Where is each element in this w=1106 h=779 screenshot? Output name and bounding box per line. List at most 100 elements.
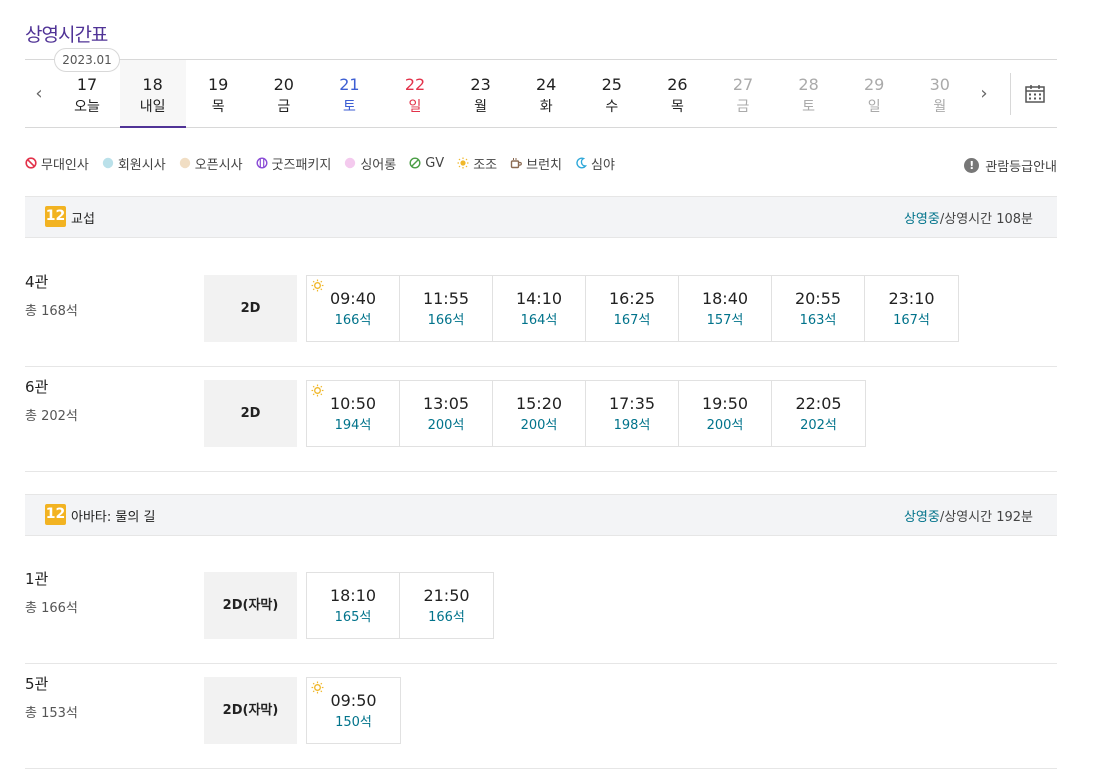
date-tab-19[interactable]: 19 목 — [185, 60, 251, 128]
showtime-time: 17:35 — [608, 394, 656, 413]
hall-name: 6관 — [25, 378, 49, 396]
showtime-list: 09:50 150석 — [306, 677, 401, 744]
showtime-time: 19:50 — [701, 394, 749, 413]
showtime-time: 22:05 — [795, 394, 842, 413]
date-tab-30: 30 월 — [907, 60, 973, 128]
date-number: 21 — [339, 75, 360, 94]
available-seats: 202석 — [800, 418, 837, 433]
available-seats: 166석 — [428, 610, 465, 625]
date-weekday: 월 — [933, 99, 947, 115]
date-tab-20[interactable]: 20 금 — [251, 60, 317, 128]
showtime-slot[interactable]: 15:20 200석 — [493, 381, 586, 446]
available-seats: 200석 — [706, 418, 744, 433]
prev-dates-chevron-left-icon[interactable]: ‹ — [29, 84, 49, 104]
legend-item: 굿즈패키지 — [256, 154, 332, 173]
screen-format: 2D — [204, 380, 297, 447]
available-seats: 164석 — [520, 313, 558, 328]
date-tab-28: 28 토 — [776, 60, 842, 128]
showtime-slot[interactable]: 10:50 194석 — [307, 381, 400, 446]
sun-icon — [457, 157, 469, 169]
available-seats: 167석 — [893, 313, 930, 328]
showtime-time: 18:40 — [701, 289, 749, 308]
legend-label: GV — [425, 155, 445, 171]
morning-sun-icon — [311, 681, 324, 694]
showtime-time: 20:55 — [794, 289, 842, 308]
showtime-list: 09:40 166석 11:55 166석 14:10 164석 16:25 167석 18:4… — [306, 275, 959, 342]
showtime-list: 10:50 194석 13:05 200석 15:20 200석 17:35 198석 19:5… — [306, 380, 866, 447]
showtime-slot[interactable]: 11:55 166석 — [400, 276, 493, 341]
date-tab-24[interactable]: 24 화 — [513, 60, 579, 128]
movie-status: 상영중/상영시간 192분 — [904, 506, 1033, 525]
date-weekday: 일 — [867, 99, 881, 115]
circle-icon — [179, 157, 191, 169]
showtime-slot[interactable]: 13:05 200석 — [400, 381, 493, 446]
cup-icon — [510, 157, 522, 169]
date-number: 28 — [798, 75, 819, 94]
slash-icon — [409, 157, 421, 169]
hall-name: 5관 — [25, 675, 49, 693]
date-tab-22[interactable]: 22 일 — [382, 60, 448, 128]
date-weekday: 오늘 — [74, 99, 100, 115]
date-number: 29 — [864, 75, 885, 94]
legend-label: 오픈시사 — [194, 157, 243, 173]
showtime-slot[interactable]: 23:10 167석 — [865, 276, 958, 341]
showtime-slot[interactable]: 17:35 198석 — [586, 381, 679, 446]
date-number: 19 — [208, 75, 229, 94]
legend-item: 오픈시사 — [179, 154, 243, 173]
date-number: 30 — [929, 75, 950, 94]
movie-title[interactable]: 아바타: 물의 길 — [71, 506, 155, 525]
available-seats: 166석 — [334, 313, 372, 328]
showtime-slot[interactable]: 22:05 202석 — [772, 381, 865, 446]
date-number: 26 — [667, 75, 688, 94]
movie-title[interactable]: 교섭 — [71, 208, 95, 227]
available-seats: 200석 — [427, 418, 465, 433]
showtime-slot[interactable]: 16:25 167석 — [586, 276, 679, 341]
legend-label: 조조 — [473, 157, 498, 173]
showtime-slot[interactable]: 19:50 200석 — [679, 381, 772, 446]
hall-total-seats: 총 202석 — [25, 409, 78, 424]
movie-header: 12 교섭 상영중/상영시간 108분 — [25, 196, 1057, 238]
date-number: 24 — [536, 75, 557, 94]
showtime-slot[interactable]: 18:10 165석 — [307, 573, 400, 638]
legend: 무대인사 회원시사 오픈시사 굿즈패키지 싱어롱 GV 조조 브런치 심야 — [25, 153, 628, 173]
movie-header: 12 아바타: 물의 길 상영중/상영시간 192분 — [25, 494, 1057, 536]
screen-format: 2D(자막) — [204, 677, 297, 744]
screen-format: 2D(자막) — [204, 572, 297, 639]
date-number: 22 — [404, 75, 426, 94]
calendar-button[interactable] — [1010, 73, 1057, 115]
hall-row: 1관 총 166석 2D(자막) 18:10 165석 21:50 166석 — [25, 559, 1057, 664]
date-tab-21[interactable]: 21 토 — [316, 60, 382, 128]
showtime-slot[interactable]: 09:40 166석 — [307, 276, 400, 341]
available-seats: 157석 — [706, 313, 744, 328]
date-tab-26[interactable]: 26 목 — [644, 60, 710, 128]
showtime-list: 18:10 165석 21:50 166석 — [306, 572, 494, 639]
showtime-slot[interactable]: 14:10 164석 — [493, 276, 586, 341]
date-weekday: 금 — [736, 99, 750, 115]
screening-status: 상영중 — [903, 212, 940, 227]
date-tab-18[interactable]: 18 내일 — [119, 60, 186, 128]
showtime-time: 15:20 — [515, 394, 563, 413]
morning-sun-icon — [311, 279, 324, 292]
date-tab-23[interactable]: 23 월 — [448, 60, 514, 128]
showtime-time: 13:05 — [422, 394, 470, 413]
stripes-icon — [256, 157, 268, 169]
showtime-slot[interactable]: 21:50 166석 — [400, 573, 493, 638]
screening-status: 상영중 — [903, 510, 940, 525]
showtime-time: 14:10 — [515, 289, 563, 308]
date-weekday: 화 — [539, 99, 553, 115]
legend-label: 굿즈패키지 — [271, 157, 332, 173]
legend-item: 조조 — [457, 154, 497, 173]
legend-item: 회원시사 — [102, 154, 166, 173]
showtime-slot[interactable]: 09:50 150석 — [307, 678, 400, 743]
date-tab-27: 27 금 — [710, 60, 776, 128]
hall-total-seats: 총 168석 — [25, 304, 78, 319]
no-entry-icon — [25, 157, 37, 169]
date-tab-25[interactable]: 25 수 — [579, 60, 645, 128]
moon-icon — [575, 157, 588, 169]
showtime-slot[interactable]: 20:55 163석 — [772, 276, 865, 341]
showtime-slot[interactable]: 18:40 157석 — [679, 276, 772, 341]
rating-guide-link[interactable]: ! 관람등급안내 — [964, 156, 1057, 175]
date-number: 25 — [601, 75, 622, 94]
date-number: 17 — [76, 75, 98, 94]
next-dates-chevron-right-icon[interactable]: › — [974, 84, 994, 104]
